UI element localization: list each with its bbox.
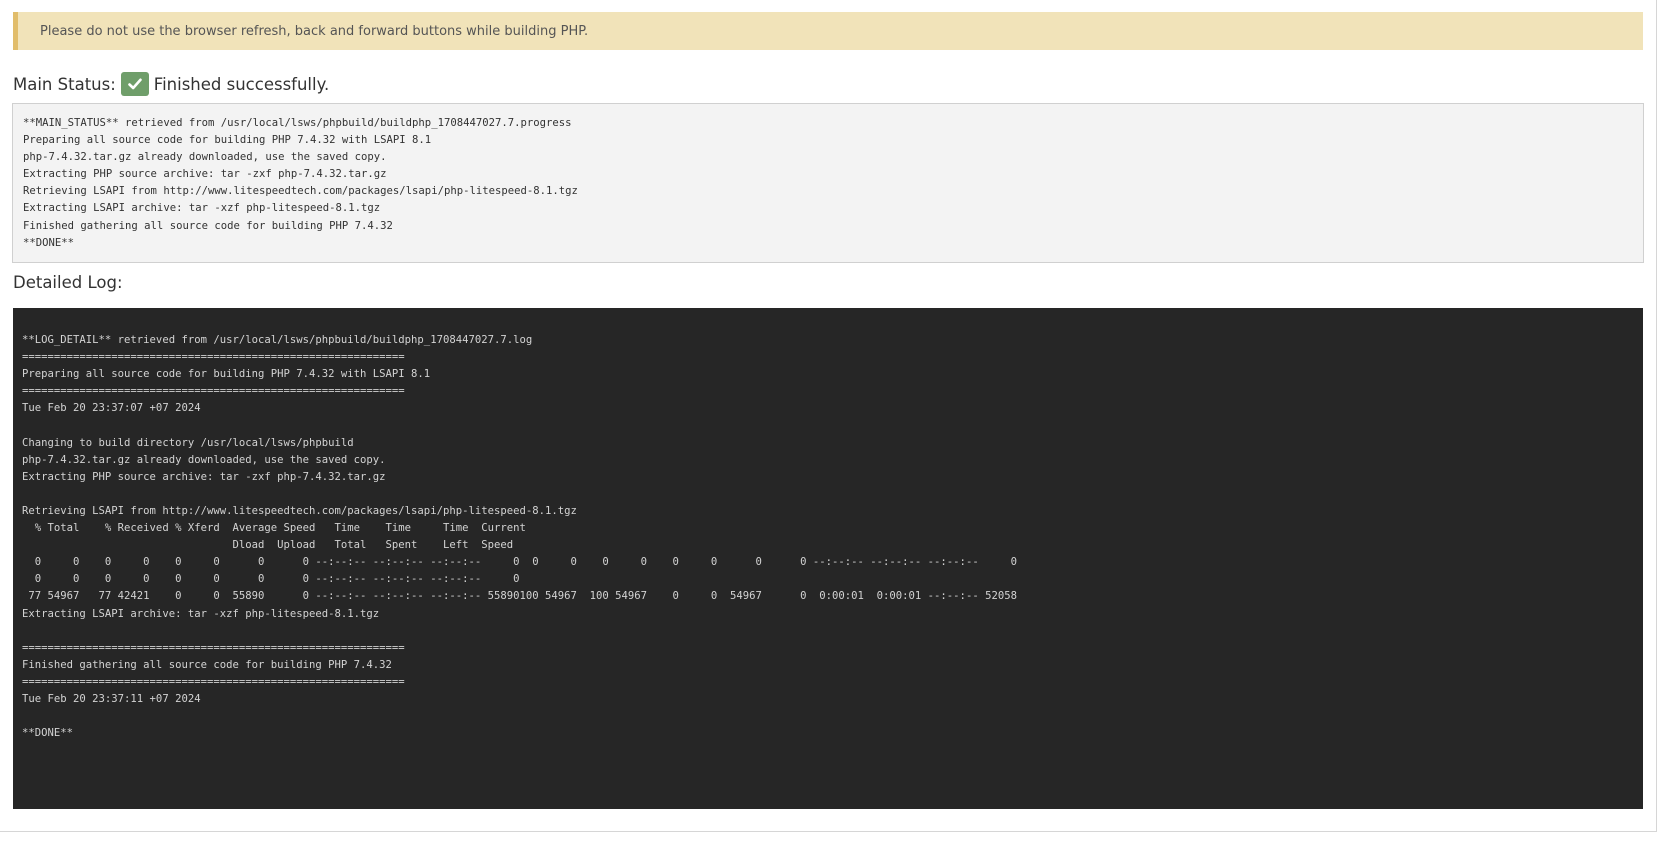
log-line: php-7.4.32.tar.gz already downloaded, us… [22, 453, 386, 466]
main-status-log: **MAIN_STATUS** retrieved from /usr/loca… [12, 103, 1644, 263]
log-line: Preparing all source code for building P… [22, 368, 431, 381]
log-line: 77 54967 77 42421 0 0 55890 0 --:--:-- -… [22, 590, 1017, 603]
status-log-line: php-7.4.32.tar.gz already downloaded, us… [23, 151, 387, 164]
log-line: **DONE** [22, 727, 74, 740]
log-line: ========================================… [22, 385, 405, 398]
status-log-line: Extracting LSAPI archive: tar -xzf php-l… [23, 202, 381, 215]
warning-banner: Please do not use the browser refresh, b… [13, 12, 1643, 50]
success-badge [120, 72, 149, 96]
detailed-log-console[interactable]: **LOG_DETAIL** retrieved from /usr/local… [13, 308, 1643, 809]
log-line: Extracting LSAPI archive: tar -xzf php-l… [22, 607, 380, 620]
status-log-line: Extracting PHP source archive: tar -zxf … [23, 168, 387, 181]
log-line: **LOG_DETAIL** retrieved from /usr/local… [22, 334, 533, 346]
status-log-line: Retrieving LSAPI from http://www.litespe… [23, 185, 578, 198]
log-line: Tue Feb 20 23:37:11 +07 2024 [22, 692, 201, 705]
log-line: ========================================… [22, 351, 405, 364]
log-line: 0 0 0 0 0 0 0 0 --:--:-- --:--:-- --:--:… [22, 556, 1017, 569]
log-line: Tue Feb 20 23:37:07 +07 2024 [22, 402, 201, 415]
log-line: % Total % Received % Xferd Average Speed… [22, 522, 526, 535]
status-log-line: **MAIN_STATUS** retrieved from /usr/loca… [23, 117, 572, 129]
detailed-log-heading: Detailed Log: [13, 273, 123, 292]
status-log-line: Preparing all source code for building P… [23, 134, 432, 147]
log-line: Finished gathering all source code for b… [22, 658, 392, 671]
status-log-line: **DONE** [23, 236, 75, 249]
log-line: Retrieving LSAPI from http://www.litespe… [22, 504, 577, 517]
log-line: ========================================… [22, 675, 405, 688]
log-line: Extracting PHP source archive: tar -zxf … [22, 470, 386, 483]
log-line: ========================================… [22, 641, 405, 654]
main-status: Main Status: Finished successfully. [13, 71, 329, 97]
log-line: 0 0 0 0 0 0 0 0 --:--:-- --:--:-- --:--:… [22, 573, 520, 586]
log-line: Changing to build directory /usr/local/l… [22, 436, 354, 449]
main-status-result: Finished successfully. [153, 74, 330, 94]
warning-text: Please do not use the browser refresh, b… [40, 23, 589, 39]
log-line: Dload Upload Total Spent Left Speed [22, 539, 514, 552]
check-icon [127, 78, 142, 90]
status-log-line: Finished gathering all source code for b… [23, 219, 393, 232]
main-status-label: Main Status: [13, 74, 116, 94]
